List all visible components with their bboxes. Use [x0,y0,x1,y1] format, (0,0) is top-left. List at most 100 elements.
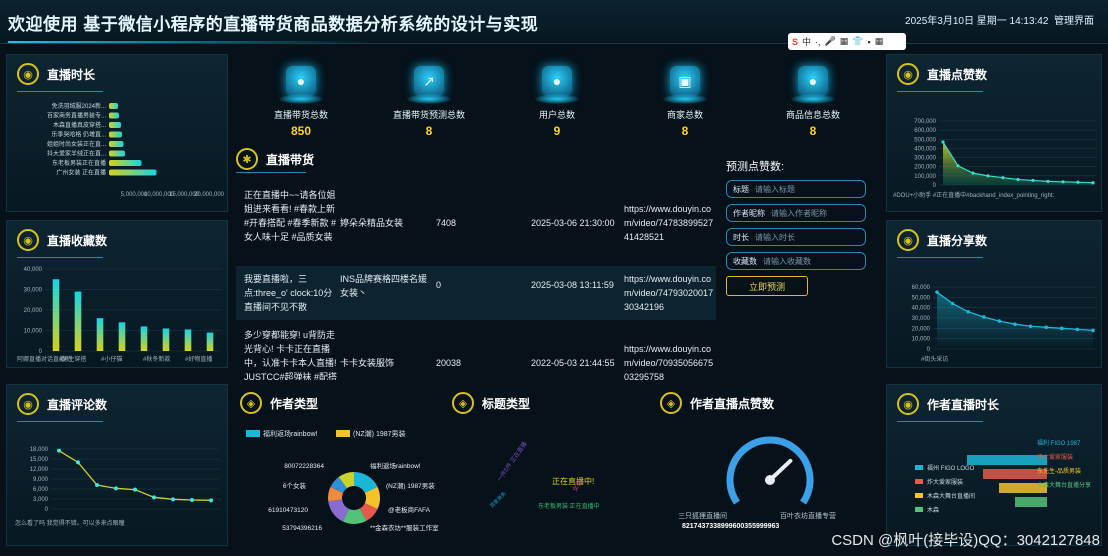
favorites-field[interactable]: 收藏数 请输入收藏数 [726,252,866,270]
likes-panel: ◉ 直播点赞数 0 100,000 200,000 300,000 400,000 500,… [886,54,1102,212]
tick-label: 300,000 [914,156,936,162]
gauge-label: 三只狐狸直播间 [678,511,727,520]
bar [109,103,118,109]
slice-label: 福利返场rainbow! [370,461,421,470]
slice-label: 6个女装 [283,481,307,490]
point [1044,325,1048,330]
legend-label: (NZ潮) 1987男装 [353,429,406,438]
point [95,483,99,487]
likes-area-chart: 0 100,000 200,000 300,000 400,000 500,000 600,… [893,119,1097,199]
funnel-label: 东先生-品质男装 [1037,467,1081,475]
tick-label: 20,000 [24,308,43,314]
bar [109,131,122,138]
tick-label: 600,000 [914,128,936,134]
stat-live-total: ● 直播带货总数 850 [246,66,356,138]
author-likes-gauge: 三只狐狸直播间 百叶衣坊直播专营8217437338999600355999963 [678,436,836,530]
point [1091,328,1095,333]
sogou-icon[interactable]: S [792,37,798,47]
slice-label: 61910473120 [268,507,308,514]
tick-label: 40,000 [24,267,43,273]
axis-label: 怎么看了吗 我觉得不错。可以多来点眼瞳 [15,519,125,527]
bar [162,328,170,351]
gear-icon: ✱ [236,148,258,170]
word: 百家商务 [488,490,507,509]
author-field[interactable]: 作者昵称 请输入作者昵称 [726,204,866,222]
legend-label: 福州 FIGO LOGO [927,464,975,472]
title-type-wordcloud: 正在直播中!一件5件 正在直播东老板男装 正在直播中女装百家商务 [488,440,600,510]
page-title: 欢迎使用 基于微信小程序的直播带货商品数据分析系统的设计与实现 [8,15,539,34]
stat-user-total: ● 用户总数 9 [502,66,612,138]
point [997,319,1002,323]
admin-link[interactable]: 管理界面 [1054,16,1094,27]
series-line [58,450,212,501]
tick-label: 免洗羽绒服2024新... [52,102,107,110]
gauge-label: 百叶衣坊直播专营 [780,511,836,520]
legend-swatch [915,479,923,484]
toolbox-icon[interactable]: ▪ [867,37,870,47]
tick-label: 400,000 [914,146,936,152]
predict-button[interactable]: 立即预测 [726,276,808,296]
tick-label: 3,000 [33,497,49,503]
point [209,498,213,503]
form-title: 预测点赞数: [726,161,785,173]
predict-form: 预测点赞数: 标题 请输入标题 作者昵称 请输入作者昵称 时长 请输入时长 收藏数 请输… [726,158,866,296]
tick-label: 18,000 [30,447,49,453]
tick-label: 抖大爱家羊绒正在直... [47,150,106,158]
slice-label: @老板商FAFA [388,505,431,514]
legend-swatch [915,493,923,498]
tick-label: 500,000 [914,137,936,143]
point [57,448,61,453]
grid-icon[interactable]: ▦ [875,36,884,47]
mic-icon[interactable]: 🎤 [825,36,836,47]
duration-panel: ◉ 直播时长 免洗羽绒服2024新... 百家商务直播男装专... 木森直播真皮穿搭.… [6,54,228,212]
tick-label: #小仔猫 [101,355,122,363]
title-field[interactable]: 标题 请输入标题 [726,180,866,198]
author-type-pie: 福利返场rainbow! (NZ潮) 1987男装 80072228364 6个女装 6… [246,429,439,532]
skin-icon[interactable]: 👕 [852,36,863,47]
legend-swatch [915,465,923,470]
point [1001,176,1005,180]
keyboard-icon[interactable]: ▦ [840,36,849,47]
person-icon: ● [798,66,828,96]
tick-label: 0 [45,507,49,513]
tick-label: 百家商务直播男装专... [47,112,106,120]
bar [74,291,82,351]
tick-label: 9,000 [33,477,49,483]
slice-label: 80072228364 [284,463,324,470]
table-row[interactable]: 我要直播啦，三点:three_o' clock:10分直播间不见不散 INS品牌… [236,266,716,320]
bar [140,326,148,351]
tick-label: 20,000,000 [194,192,225,198]
favorites-panel: ◉ 直播收藏数 0 10,000 20,000 30,000 40,000 阿娜直播对话直播… [6,220,228,368]
tick-label: #男生穿搭 [59,355,86,363]
bar [109,141,124,147]
tick-label: #秋冬新款 [143,355,170,363]
tick-label: 10,000 [912,337,931,343]
stat-product-total: ● 商品信息总数 8 [758,66,868,138]
point [1028,324,1033,329]
trend-icon: ↗ [414,66,444,96]
tick-label: 20,000 [912,326,931,332]
gauge-arc [726,436,814,505]
table-row[interactable]: 多少穿都能穿! u背防走光背心! 卡卡正在直播中，认准卡卡本人直播! JUSTC… [236,326,716,380]
word: 东老板男装 正在直播中 [538,502,600,510]
top-bar: 欢迎使用 基于微信小程序的直播带货商品数据分析系统的设计与实现 2025年3月1… [0,0,1108,44]
slice-label: (NZ潮) 1987男装 [386,481,435,490]
tick-label: 东老板男装正在直播 [52,159,106,167]
bar [118,322,126,351]
legend-label: 木森 [927,506,939,514]
table-row[interactable]: 正在直播中~~请各位姐姐进来看看! #春款上新 #开春搭配 #春季新款 #女人味… [236,188,716,268]
bar [109,112,119,119]
gauge-value: 8217437338999600355999963 [682,523,779,530]
slice-label: **金森衣坊**服装工作室 [370,523,439,532]
tick-label: 木森直播真皮穿搭... [53,121,106,129]
point [956,164,960,168]
point [1076,180,1080,184]
ime-toolbar[interactable]: S 中 ·, 🎤 ▦ 👕 ▪ ▦ [788,33,906,50]
legend-label: 木森大舞台直播间 [927,492,975,500]
point [950,301,955,306]
duration-field[interactable]: 时长 请输入时长 [726,228,866,246]
funnel-label: 炸大爱家服装 [1037,453,1073,461]
tick-label: 姐姐时尚女装正在直... [47,140,106,148]
point [1061,180,1065,184]
tick-label: 15,000 [30,457,49,463]
